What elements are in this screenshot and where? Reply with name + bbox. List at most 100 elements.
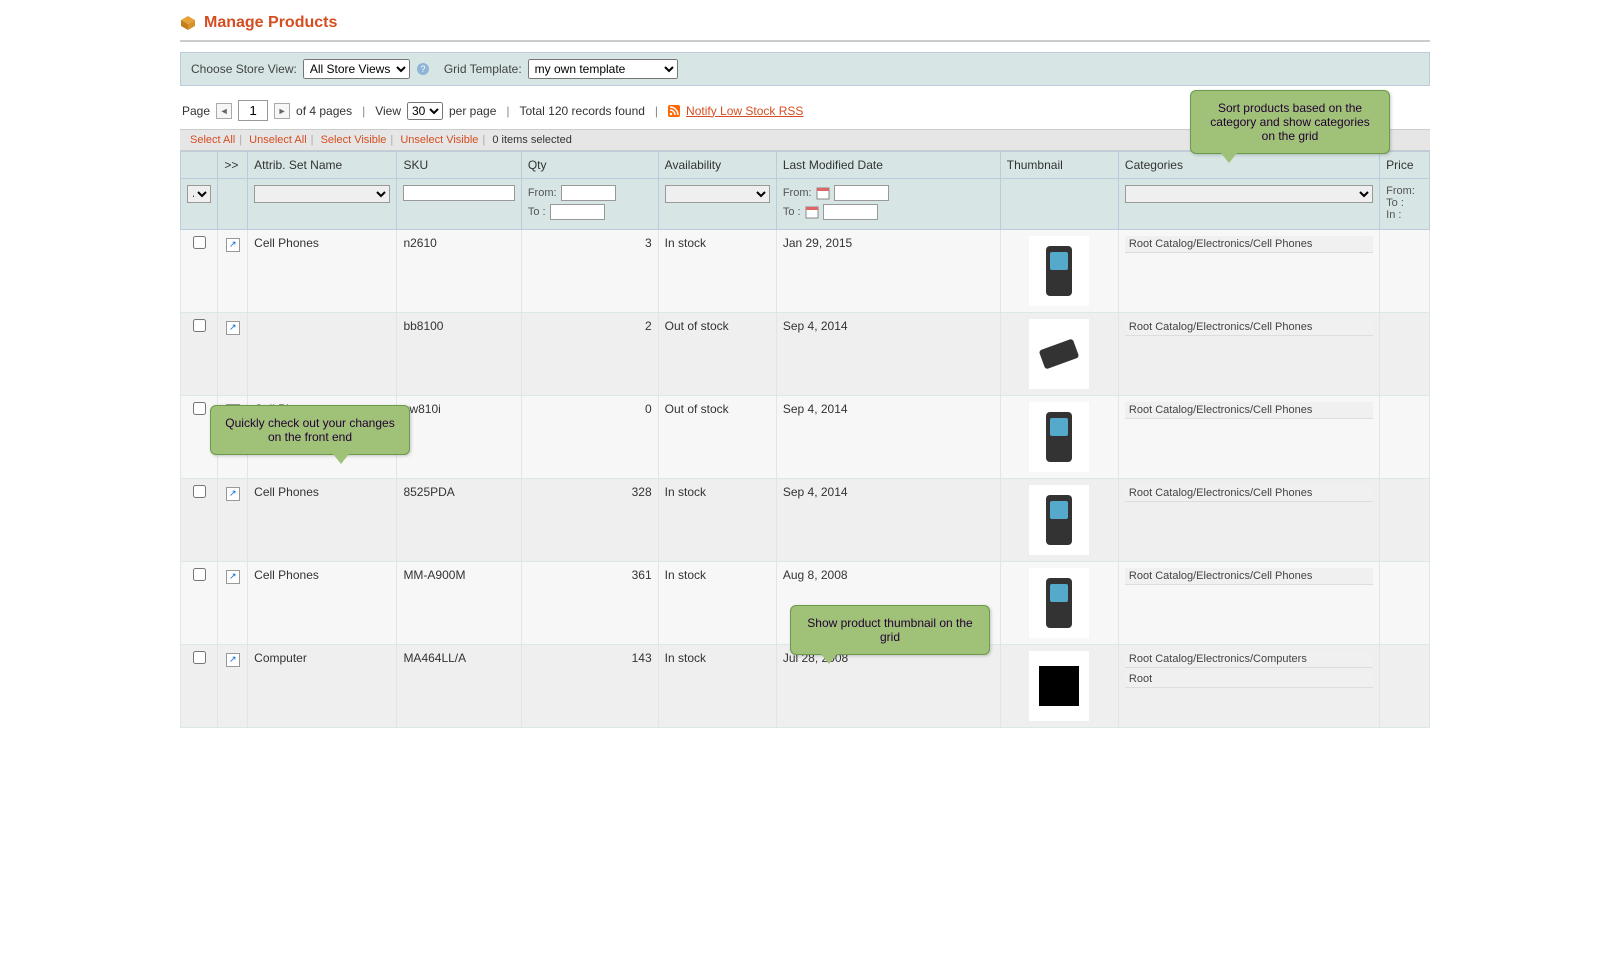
cell-sku: MM-A900M xyxy=(397,562,521,645)
package-icon xyxy=(180,15,196,31)
page-wrapper: Manage Products Choose Store View: All S… xyxy=(180,10,1430,728)
cell-availability: Out of stock xyxy=(658,313,776,396)
header-checkbox xyxy=(181,152,218,179)
cell-categories: Root Catalog/Electronics/Cell Phones xyxy=(1118,396,1379,479)
cell-thumbnail xyxy=(1000,645,1118,728)
cell-categories: Root Catalog/Electronics/Cell Phones xyxy=(1118,230,1379,313)
filter-sku-input[interactable] xyxy=(403,185,514,201)
filter-any-select[interactable]: Any xyxy=(187,185,211,203)
cell-qty: 328 xyxy=(521,479,658,562)
prev-page-button[interactable]: ◄ xyxy=(216,103,232,119)
calendar-icon[interactable] xyxy=(805,205,819,219)
grid-template-label: Grid Template: xyxy=(444,62,522,76)
category-path: Root Catalog/Electronics/Cell Phones xyxy=(1125,568,1373,585)
cell-sku: sw810i xyxy=(397,396,521,479)
help-icon[interactable]: ? xyxy=(416,62,430,76)
header-qty[interactable]: Qty xyxy=(521,152,658,179)
category-path: Root Catalog/Electronics/Cell Phones xyxy=(1125,236,1373,253)
next-page-button[interactable]: ► xyxy=(274,103,290,119)
cell-date: Sep 4, 2014 xyxy=(776,396,1000,479)
cell-thumbnail xyxy=(1000,313,1118,396)
rss-link[interactable]: Notify Low Stock RSS xyxy=(686,104,803,118)
cell-attrib: Cell Phones xyxy=(248,479,397,562)
row-checkbox[interactable] xyxy=(193,319,206,332)
cell-thumbnail xyxy=(1000,396,1118,479)
callout-frontend: Quickly check out your changes on the fr… xyxy=(210,405,410,455)
category-path: Root Catalog/Electronics/Cell Phones xyxy=(1125,402,1373,419)
page-title-bar: Manage Products xyxy=(180,10,1430,42)
grid-template-select[interactable]: my own template xyxy=(528,59,678,79)
filter-category-select[interactable] xyxy=(1125,185,1373,203)
cell-categories: Root Catalog/Electronics/ComputersRoot xyxy=(1118,645,1379,728)
row-checkbox[interactable] xyxy=(193,651,206,664)
header-price[interactable]: Price xyxy=(1380,152,1430,179)
callout-categories: Sort products based on the category and … xyxy=(1190,90,1390,154)
cell-attrib: Cell Phones xyxy=(248,562,397,645)
rss-icon xyxy=(668,105,680,117)
cell-thumbnail xyxy=(1000,230,1118,313)
category-path: Root Catalog/Electronics/Cell Phones xyxy=(1125,319,1373,336)
row-checkbox[interactable] xyxy=(193,236,206,249)
view-label: View xyxy=(375,104,401,118)
per-page-label: per page xyxy=(449,104,496,118)
preview-icon[interactable]: ↗ xyxy=(226,487,240,501)
cell-thumbnail xyxy=(1000,479,1118,562)
header-attrib[interactable]: Attrib. Set Name xyxy=(248,152,397,179)
preview-icon[interactable]: ↗ xyxy=(226,238,240,252)
cell-availability: Out of stock xyxy=(658,396,776,479)
total-records: Total 120 records found xyxy=(520,104,645,118)
header-categories[interactable]: Categories xyxy=(1118,152,1379,179)
filter-date-from[interactable] xyxy=(834,185,889,201)
page-label: Page xyxy=(182,104,210,118)
preview-icon[interactable]: ↗ xyxy=(226,653,240,667)
cell-thumbnail xyxy=(1000,562,1118,645)
store-view-select[interactable]: All Store Views xyxy=(303,59,410,79)
cell-qty: 361 xyxy=(521,562,658,645)
cell-date: Jan 29, 2015 xyxy=(776,230,1000,313)
per-page-select[interactable]: 30 xyxy=(407,102,443,120)
table-row[interactable]: ↗bb81002Out of stockSep 4, 2014Root Cata… xyxy=(181,313,1430,396)
cell-availability: In stock xyxy=(658,645,776,728)
of-pages: of 4 pages xyxy=(296,104,352,118)
unselect-all-link[interactable]: Unselect All xyxy=(249,134,306,146)
filter-qty-from[interactable] xyxy=(561,185,616,201)
cell-sku: bb8100 xyxy=(397,313,521,396)
row-checkbox[interactable] xyxy=(193,485,206,498)
table-row[interactable]: ↗ComputerMA464LL/A143In stockJul 28, 200… xyxy=(181,645,1430,728)
cell-attrib: Computer xyxy=(248,645,397,728)
cell-qty: 143 xyxy=(521,645,658,728)
cell-price xyxy=(1380,396,1430,479)
cell-categories: Root Catalog/Electronics/Cell Phones xyxy=(1118,562,1379,645)
cell-attrib: Cell Phones xyxy=(248,230,397,313)
items-selected: 0 items selected xyxy=(492,134,571,146)
preview-icon[interactable]: ↗ xyxy=(226,321,240,335)
header-sku[interactable]: SKU xyxy=(397,152,521,179)
row-checkbox[interactable] xyxy=(193,568,206,581)
filter-date-to[interactable] xyxy=(823,204,878,220)
preview-icon[interactable]: ↗ xyxy=(226,570,240,584)
cell-availability: In stock xyxy=(658,479,776,562)
toolbar: Choose Store View: All Store Views ? Gri… xyxy=(180,52,1430,86)
cell-sku: 8525PDA xyxy=(397,479,521,562)
select-visible-link[interactable]: Select Visible xyxy=(321,134,387,146)
header-expand[interactable]: >> xyxy=(218,152,248,179)
select-all-link[interactable]: Select All xyxy=(190,134,235,146)
filter-qty-to[interactable] xyxy=(550,204,605,220)
cell-qty: 3 xyxy=(521,230,658,313)
svg-text:?: ? xyxy=(420,64,425,74)
table-row[interactable]: ↗Cell Phonesn26103In stockJan 29, 2015Ro… xyxy=(181,230,1430,313)
cell-date: Jul 28, 2008 xyxy=(776,645,1000,728)
header-date[interactable]: Last Modified Date xyxy=(776,152,1000,179)
header-thumbnail[interactable]: Thumbnail xyxy=(1000,152,1118,179)
unselect-visible-link[interactable]: Unselect Visible xyxy=(400,134,478,146)
table-row[interactable]: ↗Cell Phones8525PDA328In stockSep 4, 201… xyxy=(181,479,1430,562)
page-input[interactable] xyxy=(238,100,268,121)
header-availability[interactable]: Availability xyxy=(658,152,776,179)
cell-sku: n2610 xyxy=(397,230,521,313)
row-checkbox[interactable] xyxy=(193,402,206,415)
cell-price xyxy=(1380,645,1430,728)
filter-availability-select[interactable] xyxy=(665,185,770,203)
filter-attrib-select[interactable] xyxy=(254,185,390,203)
calendar-icon[interactable] xyxy=(816,186,830,200)
cell-price xyxy=(1380,479,1430,562)
